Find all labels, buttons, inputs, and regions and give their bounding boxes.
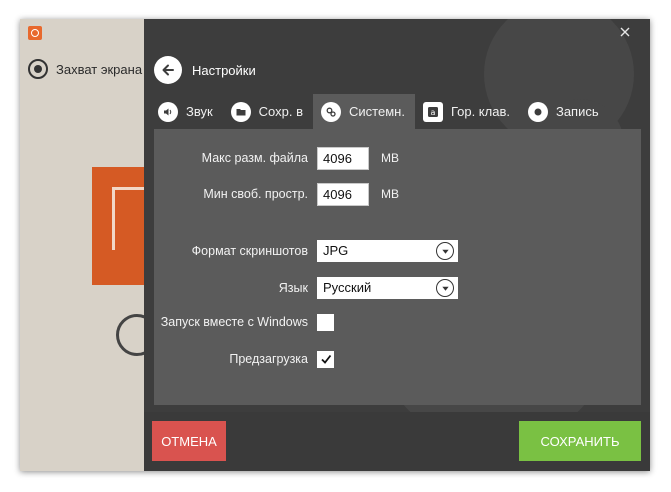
start-with-windows-checkbox[interactable] bbox=[317, 313, 334, 331]
tab-label: Звук bbox=[186, 104, 213, 119]
system-settings-panel: Макс разм. файла MB Мин своб. простр. MB… bbox=[154, 129, 641, 405]
svg-text:a: a bbox=[430, 108, 435, 117]
min-free-space-input[interactable] bbox=[317, 182, 369, 206]
app-logo-icon bbox=[28, 26, 42, 40]
field-label: Предзагрузка bbox=[229, 352, 308, 366]
tab-record[interactable]: Запись bbox=[520, 94, 609, 129]
page-title: Настройки bbox=[192, 62, 256, 78]
dialog-footer: ОТМЕНА СОХРАНИТЬ bbox=[144, 412, 650, 471]
language-select[interactable]: Русский bbox=[317, 277, 458, 299]
capture-tile[interactable] bbox=[92, 167, 155, 285]
field-label: Макс разм. файла bbox=[201, 151, 308, 165]
max-file-size-input[interactable] bbox=[317, 146, 369, 170]
capture-screen-label: Захват экрана bbox=[56, 61, 143, 77]
folder-icon bbox=[230, 101, 251, 122]
select-value: Русский bbox=[323, 280, 372, 295]
settings-dialog: Настройки Звук Сохр. в Системн. a Гор. к… bbox=[144, 19, 650, 471]
min-free-space-row: Мин своб. простр. MB bbox=[154, 182, 399, 206]
select-value: JPG bbox=[323, 243, 349, 258]
keyboard-a-icon: a bbox=[422, 101, 443, 122]
preload-checkbox[interactable] bbox=[317, 350, 334, 368]
arrow-left-icon bbox=[162, 64, 174, 76]
radio-icon bbox=[28, 59, 48, 79]
unit-label: MB bbox=[381, 151, 399, 165]
screenshot-format-select[interactable]: JPG bbox=[317, 240, 458, 262]
field-label: Мин своб. простр. bbox=[203, 187, 308, 201]
settings-tabs: Звук Сохр. в Системн. a Гор. клав. Запис… bbox=[150, 94, 609, 129]
field-label: Запуск вместе с Windows bbox=[160, 315, 308, 329]
speaker-icon bbox=[158, 101, 178, 122]
tab-sound[interactable]: Звук bbox=[150, 94, 223, 129]
back-button[interactable] bbox=[154, 56, 182, 84]
record-icon bbox=[527, 101, 548, 122]
tab-system[interactable]: Системн. bbox=[313, 94, 415, 129]
app-window: Захват экрана Настройки Звук Сохр. в Сис… bbox=[20, 19, 650, 471]
screenshot-format-row: Формат скриншотов JPG bbox=[154, 239, 458, 263]
language-row: Язык Русский bbox=[154, 276, 458, 300]
save-button[interactable]: СОХРАНИТЬ bbox=[519, 421, 641, 461]
tab-label: Запись bbox=[555, 104, 599, 119]
checkmark-icon bbox=[320, 354, 331, 364]
start-with-windows-row: Запуск вместе с Windows bbox=[154, 310, 334, 334]
tab-hotkeys[interactable]: a Гор. клав. bbox=[415, 94, 520, 129]
field-label: Формат скриншотов bbox=[191, 244, 308, 258]
chevron-down-icon bbox=[436, 242, 454, 260]
preload-row: Предзагрузка bbox=[154, 347, 334, 371]
tab-save-to[interactable]: Сохр. в bbox=[223, 94, 313, 129]
field-label: Язык bbox=[278, 281, 308, 295]
chevron-down-icon bbox=[436, 279, 454, 297]
settings-header: Настройки bbox=[154, 56, 256, 84]
background-app: Захват экрана bbox=[20, 19, 158, 471]
tab-label: Системн. bbox=[349, 104, 405, 119]
cancel-button[interactable]: ОТМЕНА bbox=[152, 421, 226, 461]
close-icon[interactable] bbox=[618, 25, 632, 39]
capture-screen-option[interactable]: Захват экрана bbox=[28, 59, 142, 79]
tab-label: Гор. клав. bbox=[450, 104, 510, 119]
tab-label: Сохр. в bbox=[258, 104, 304, 119]
unit-label: MB bbox=[381, 187, 399, 201]
gears-icon bbox=[321, 101, 342, 122]
max-file-size-row: Макс разм. файла MB bbox=[154, 146, 399, 170]
